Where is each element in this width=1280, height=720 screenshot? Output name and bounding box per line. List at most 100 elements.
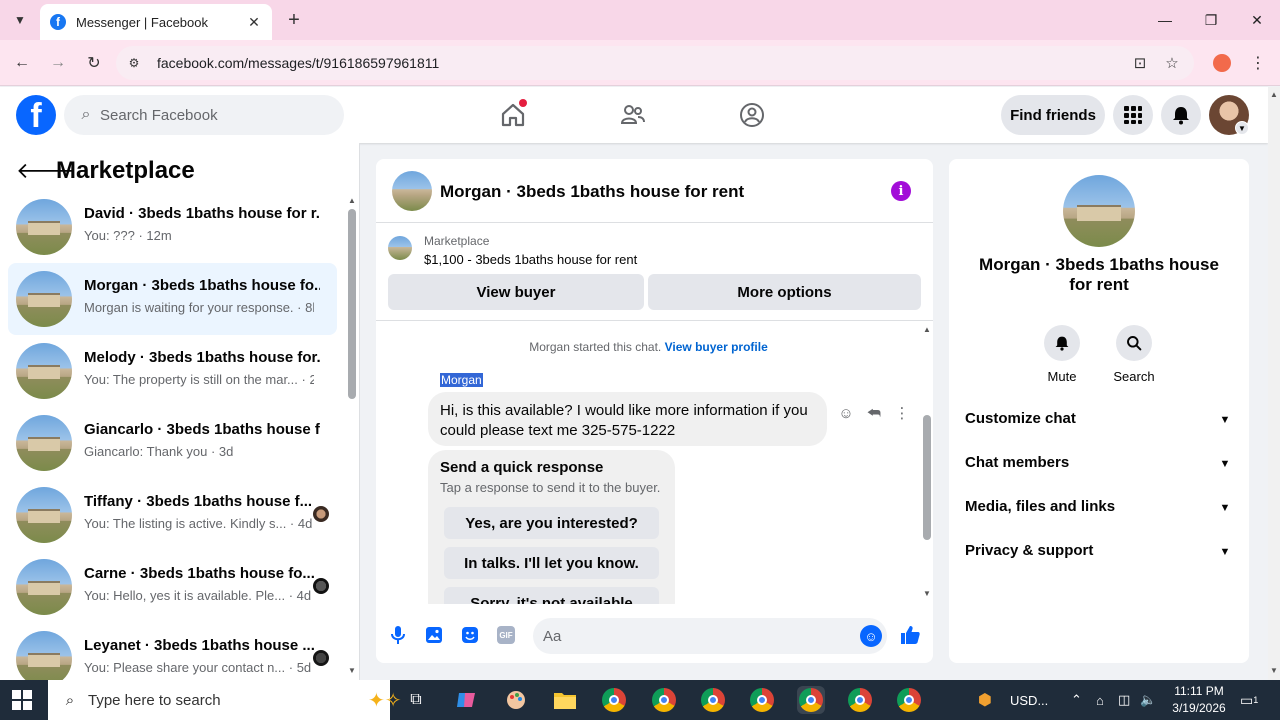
scroll-up-arrow-icon[interactable]: ▲ [346,195,358,205]
sidebar-scrollbar[interactable]: ▲ ▼ [346,195,356,675]
react-emoji-icon[interactable]: ☺ [834,401,858,425]
tab-search-chevron-icon[interactable]: ▼ [8,8,32,32]
privacy-support-section[interactable]: Privacy & support ▼ [949,530,1249,574]
chrome-profile-icon[interactable] [895,686,923,714]
facebook-logo-icon[interactable]: f [16,95,56,135]
sticker-icon[interactable] [458,623,482,647]
media-files-links-section[interactable]: Media, files and links ▼ [949,486,1249,530]
chrome-profile-icon[interactable] [846,686,874,714]
conversation-item-active[interactable]: Morgan · 3beds 1baths house fo... Morgan… [8,263,337,335]
search-action[interactable]: Search [1104,325,1164,384]
new-tab-plus-icon[interactable]: + [282,8,306,32]
emoji-icon[interactable]: ☺ [860,625,882,647]
paint-app-icon[interactable] [502,686,530,714]
listing-price[interactable]: $1,100 - 3beds 1baths house for rent [424,252,637,267]
conversation-preview: You: ??? · 12m [84,228,172,243]
customize-chat-section[interactable]: Customize chat ▼ [949,398,1249,442]
taskbar-search-input[interactable] [88,680,318,720]
back-arrow-icon[interactable]: ← [10,51,34,75]
chrome-profile-icon[interactable] [600,686,628,714]
info-icon[interactable]: i [891,181,911,201]
view-buyer-profile-link[interactable]: View buyer profile [665,340,768,354]
gif-icon[interactable]: GIF [497,626,515,644]
friends-icon[interactable] [617,99,649,131]
currency-widget-label[interactable]: USD... [1010,690,1048,710]
scroll-up-arrow-icon[interactable]: ▲ [1268,89,1280,99]
conversation-item[interactable]: Melody · 3beds 1baths house for... You: … [8,335,337,407]
copilot-icon[interactable] [452,686,480,714]
url-text[interactable]: facebook.com/messages/t/916186597961811 [157,55,439,71]
chat-members-section[interactable]: Chat members ▼ [949,442,1249,486]
conversation-item[interactable]: Leyanet · 3beds 1baths house ... You: Pl… [8,623,337,680]
view-buyer-button[interactable]: View buyer [388,274,644,310]
reload-icon[interactable]: ↻ [82,51,106,75]
browser-tab[interactable]: f Messenger | Facebook ✕ [40,4,272,40]
quick-response-button[interactable]: Sorry, it's not available [444,587,659,604]
conversation-item[interactable]: Tiffany · 3beds 1baths house f... You: T… [8,479,337,551]
scroll-down-arrow-icon[interactable]: ▼ [346,665,358,675]
minimize-icon[interactable]: — [1153,8,1177,32]
conversation-item[interactable]: Giancarlo · 3beds 1baths house f... Gian… [8,407,337,479]
address-bar[interactable]: ⚙ facebook.com/messages/t/91618659796181… [116,46,1194,80]
volume-icon[interactable]: 🔈 [1140,690,1156,710]
groups-icon[interactable] [736,99,768,131]
windows-start-icon[interactable] [12,690,32,710]
notifications-bell-icon[interactable] [1161,95,1201,135]
chat-title[interactable]: Morgan · 3beds 1baths house for rent [440,182,744,202]
chrome-active-icon[interactable] [797,686,825,714]
scrollbar-thumb[interactable] [923,415,931,540]
tray-chevron-up-icon[interactable]: ⌃ [1071,690,1082,710]
mute-bell-icon[interactable] [1044,325,1080,361]
currency-widget-icon[interactable]: ⬢ [978,690,992,710]
message-input-wrapper[interactable]: ☺ [533,618,887,654]
close-tab-icon[interactable]: ✕ [244,12,264,32]
microphone-icon[interactable] [386,623,410,647]
back-arrow-icon[interactable]: 🡐 [16,158,75,184]
scroll-down-arrow-icon[interactable]: ▼ [921,588,933,598]
notification-center-icon[interactable]: ▭ 1 [1240,690,1258,710]
mute-action[interactable]: Mute [1032,325,1092,384]
home-icon[interactable] [497,99,529,131]
message-input[interactable] [543,618,843,654]
chat-details-avatar[interactable] [1063,175,1135,247]
facebook-search-input[interactable] [100,95,330,135]
scrollbar-thumb[interactable] [348,209,356,399]
quick-response-button[interactable]: Yes, are you interested? [444,507,659,539]
network-icon[interactable]: ⌂ [1096,690,1104,710]
facebook-search[interactable]: ⌕ [64,95,344,135]
page-scrollbar[interactable]: ▲ ▼ [1268,87,1280,680]
scroll-down-arrow-icon[interactable]: ▼ [1268,665,1280,675]
file-explorer-icon[interactable] [551,686,579,714]
thumbs-up-icon[interactable] [898,623,922,647]
taskbar-search[interactable]: ⌕ ✦✧ [48,680,402,720]
chrome-profile-icon[interactable] [650,686,678,714]
install-app-icon[interactable]: ⊡ [1130,53,1150,73]
message-bubble[interactable]: Hi, is this available? I would like more… [428,392,827,446]
photo-icon[interactable] [422,623,446,647]
extension-icon[interactable] [1213,54,1231,72]
chrome-profile-icon[interactable] [748,686,776,714]
find-friends-button[interactable]: Find friends [1001,95,1105,135]
restore-icon[interactable]: ❐ [1199,8,1223,32]
scroll-up-arrow-icon[interactable]: ▲ [921,324,933,334]
search-icon[interactable] [1116,325,1152,361]
wifi-icon[interactable]: ◫ [1118,690,1130,710]
account-chevron-down-icon[interactable]: ▼ [1235,121,1249,135]
conversation-item[interactable]: Carne · 3beds 1baths house fo... You: He… [8,551,337,623]
more-actions-icon[interactable]: ⋮ [890,401,914,425]
browser-menu-icon[interactable]: ⋮ [1248,52,1268,74]
quick-response-button[interactable]: In talks. I'll let you know. [444,547,659,579]
conversation-item[interactable]: David · 3beds 1baths house for r... You:… [8,191,337,263]
taskbar-clock[interactable]: 11:11 PM 3/19/2026 [1158,683,1240,717]
bookmark-star-icon[interactable]: ☆ [1162,53,1182,73]
chat-avatar[interactable] [392,171,432,211]
menu-grid-icon[interactable] [1113,95,1153,135]
reply-icon[interactable]: ⮪ [862,401,886,425]
close-window-icon[interactable]: ✕ [1245,8,1269,32]
task-view-icon[interactable]: ⧉ [402,686,430,714]
message-scrollbar[interactable]: ▲ ▼ [921,322,933,604]
forward-arrow-icon[interactable]: → [46,51,70,75]
chrome-profile-icon[interactable] [699,686,727,714]
more-options-button[interactable]: More options [648,274,921,310]
site-info-icon[interactable]: ⚙ [124,53,144,73]
